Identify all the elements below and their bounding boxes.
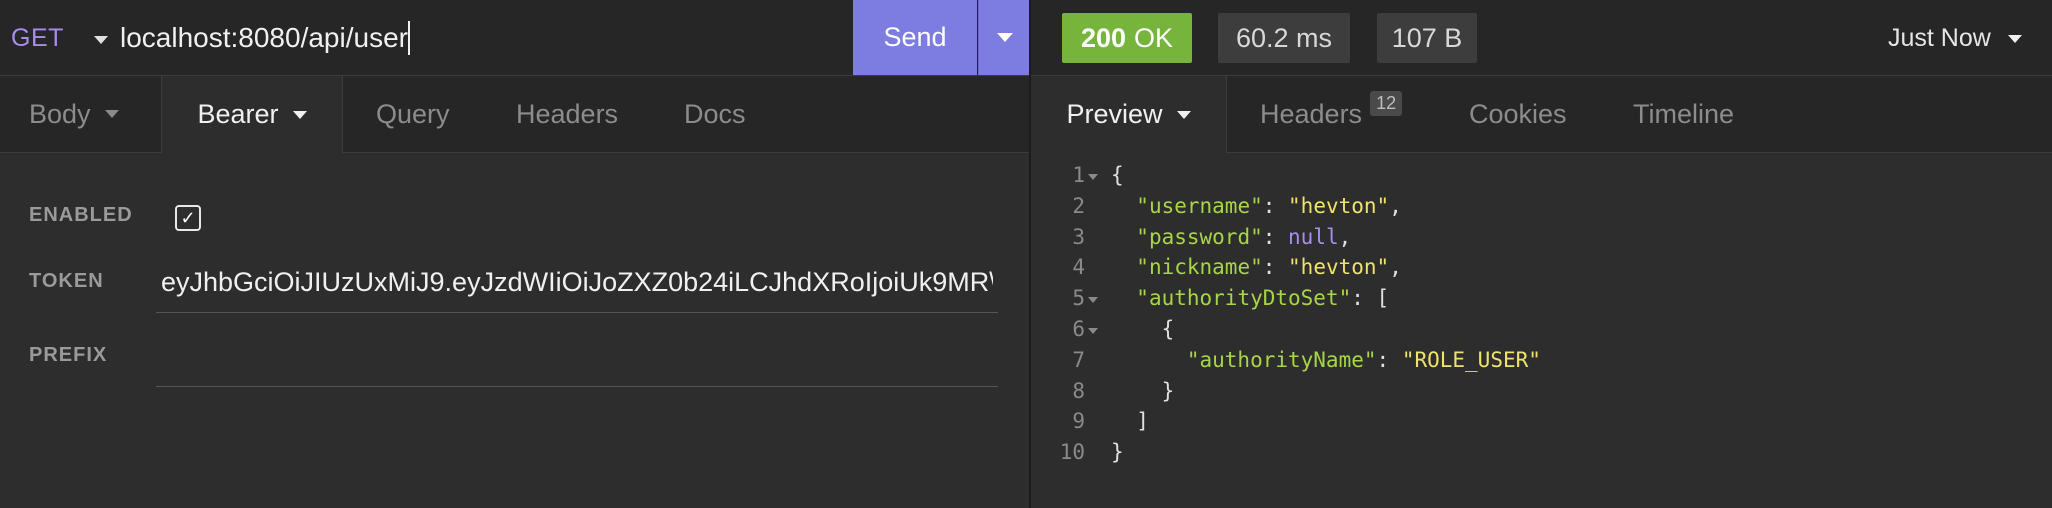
request-tabs: Body Bearer Query Headers Docs [0, 76, 1029, 153]
prefix-input[interactable] [156, 340, 998, 384]
json-key: "authorityName" [1186, 347, 1377, 372]
code-line: ] [1136, 409, 1149, 434]
tab-timeline[interactable]: Timeline [1633, 76, 1734, 152]
json-value: "hevton" [1288, 255, 1390, 280]
tab-headers[interactable]: Headers [516, 76, 618, 152]
line-number: 1 [1072, 163, 1085, 187]
tab-label: Timeline [1633, 98, 1735, 129]
tab-label: Docs [684, 98, 746, 129]
headers-count-badge: 12 [1370, 90, 1403, 116]
code-line: } [1111, 440, 1124, 465]
json-value: "ROLE_USER" [1401, 347, 1541, 372]
url-input[interactable]: localhost:8080/api/user [120, 22, 408, 54]
method-select[interactable]: GET [11, 24, 64, 53]
text-cursor [408, 21, 410, 55]
line-number: 9 [1072, 409, 1085, 434]
token-input[interactable]: eyJhbGciOiJIUzUxMiJ9.eyJzdWIiOiJoZXZ0b24… [161, 267, 993, 298]
code-line: "authorityName": "ROLE_USER" [1186, 347, 1541, 372]
line-number: 3 [1072, 224, 1085, 249]
line-number: 7 [1072, 347, 1085, 372]
tab-cookies[interactable]: Cookies [1469, 76, 1567, 152]
prefix-underline [156, 386, 998, 387]
token-label: TOKEN [29, 270, 104, 292]
prefix-label: PREFIX [29, 344, 108, 366]
response-time: 60.2 ms [1218, 13, 1350, 63]
tab-query[interactable]: Query [376, 76, 450, 152]
status-badge: 200 OK [1062, 13, 1192, 63]
tab-docs[interactable]: Docs [684, 76, 746, 152]
tab-label: Headers [1260, 98, 1363, 129]
fold-toggle-icon[interactable] [1088, 174, 1098, 180]
check-icon: ✓ [180, 208, 196, 228]
line-number: 10 [1059, 440, 1085, 465]
chevron-down-icon[interactable] [2008, 35, 2022, 43]
code-line: "nickname": "hevton", [1136, 255, 1402, 280]
send-options-button[interactable] [978, 0, 1030, 75]
json-key: "authorityDtoSet" [1136, 286, 1352, 311]
fold-toggle-icon[interactable] [1088, 297, 1098, 304]
chevron-down-icon [1176, 110, 1191, 119]
json-key: "password" [1136, 224, 1263, 249]
status-code: 200 [1080, 22, 1127, 53]
chevron-down-icon[interactable] [94, 36, 108, 44]
tab-label: Headers [516, 98, 619, 129]
status-text: OK [1134, 22, 1174, 53]
code-line: { [1161, 317, 1175, 341]
tab-label: Bearer [197, 99, 279, 129]
tab-bearer[interactable]: Bearer [161, 76, 343, 153]
tab-label: Preview [1066, 99, 1163, 129]
history-dropdown[interactable]: Just Now [1888, 24, 1991, 53]
code-line: "authorityDtoSet": [ [1136, 286, 1390, 311]
code-line: "username": "hevton", [1136, 193, 1402, 218]
tab-response-headers[interactable]: Headers 12 [1260, 76, 1403, 152]
line-number: 4 [1072, 255, 1085, 280]
code-line: "password": null, [1136, 224, 1352, 249]
tab-body[interactable]: Body [29, 76, 119, 152]
fold-toggle-icon[interactable] [1088, 328, 1098, 334]
tab-label: Body [29, 98, 91, 129]
json-key: "nickname" [1136, 255, 1263, 280]
code-line: { [1111, 163, 1124, 187]
tab-label: Cookies [1469, 98, 1567, 129]
chevron-down-icon [104, 110, 119, 118]
code-line: } [1161, 378, 1175, 403]
line-number: 5 [1072, 286, 1085, 311]
line-number: 2 [1072, 193, 1085, 218]
tab-preview[interactable]: Preview [1031, 76, 1227, 153]
chevron-down-icon [292, 110, 307, 119]
line-number: 6 [1072, 317, 1085, 341]
enabled-checkbox[interactable]: ✓ [175, 205, 201, 231]
token-underline [156, 312, 998, 313]
json-value: null [1288, 224, 1339, 249]
send-button[interactable]: Send [853, 0, 977, 75]
enabled-label: ENABLED [29, 204, 133, 226]
json-key: "username" [1136, 193, 1263, 218]
chevron-down-icon [996, 33, 1013, 42]
tab-label: Query [376, 98, 450, 129]
json-value: "hevton" [1288, 193, 1390, 218]
response-size: 107 B [1377, 13, 1477, 63]
line-number: 8 [1072, 378, 1085, 403]
